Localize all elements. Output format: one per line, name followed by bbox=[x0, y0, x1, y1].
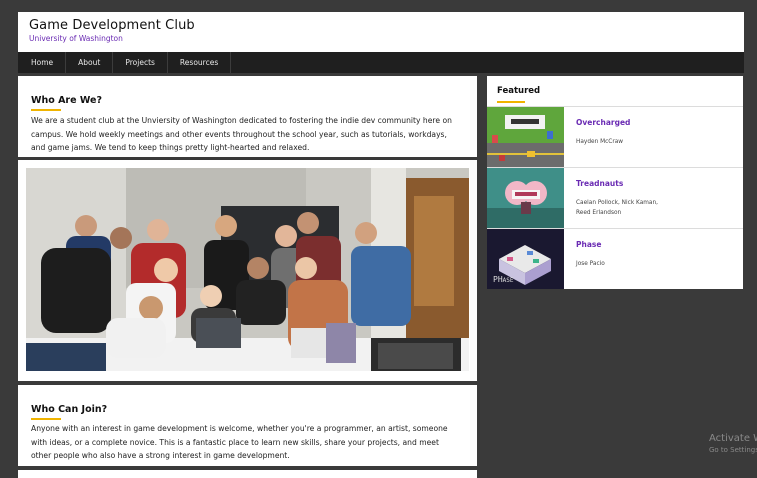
site-subtitle: University of Washington bbox=[29, 34, 123, 43]
overcharged-thumbnail[interactable] bbox=[487, 107, 564, 167]
featured-title-underline bbox=[497, 101, 525, 103]
featured-authors-treadnauts: Caelan Pollock, Nick Kaman, Reed Erlands… bbox=[576, 200, 658, 216]
activation-watermark-title: Activate W bbox=[709, 433, 757, 444]
club-photo bbox=[26, 168, 469, 371]
join-title-underline bbox=[31, 418, 61, 420]
next-card bbox=[18, 470, 477, 478]
activation-watermark-subtitle: Go to Settings bbox=[709, 446, 757, 454]
about-text: We are a student club at the Unviersity … bbox=[31, 116, 452, 153]
photo-card bbox=[18, 160, 477, 381]
about-title-underline bbox=[31, 109, 61, 111]
featured-name-treadnauts[interactable]: Treadnauts bbox=[576, 179, 623, 188]
phase-thumbnail[interactable]: PHASE bbox=[487, 229, 564, 289]
featured-name-phase[interactable]: Phase bbox=[576, 240, 601, 249]
featured-item-treadnauts[interactable]: Treadnauts Caelan Pollock, Nick Kaman, R… bbox=[487, 167, 743, 228]
featured-title: Featured bbox=[497, 86, 541, 96]
featured-item-phase[interactable]: PHASE Phase Jose Pacio bbox=[487, 228, 743, 289]
nav-resources[interactable]: Resources bbox=[168, 52, 232, 73]
featured-item-overcharged[interactable]: Overcharged Hayden McCraw bbox=[487, 106, 743, 167]
join-text: Anyone with an interest in game developm… bbox=[31, 424, 448, 461]
featured-panel: Featured Overcharged Hayden McCraw Tread… bbox=[487, 76, 743, 289]
featured-authors-phase: Jose Pacio bbox=[576, 261, 605, 267]
site-header: Game Development Club University of Wash… bbox=[18, 12, 744, 52]
nav-about[interactable]: About bbox=[66, 52, 114, 73]
phase-thumbnail-wordmark: PHASE bbox=[493, 275, 514, 284]
main-nav: Home About Projects Resources bbox=[18, 52, 744, 73]
nav-projects[interactable]: Projects bbox=[113, 52, 168, 73]
about-card: Who Are We? We are a student club at the… bbox=[18, 76, 477, 157]
featured-authors-overcharged: Hayden McCraw bbox=[576, 139, 624, 145]
treadnauts-thumbnail[interactable] bbox=[487, 168, 564, 228]
nav-home[interactable]: Home bbox=[18, 52, 67, 73]
join-title: Who Can Join? bbox=[31, 404, 108, 415]
join-card: Who Can Join? Anyone with an interest in… bbox=[18, 385, 477, 466]
site-title[interactable]: Game Development Club bbox=[29, 18, 195, 33]
featured-name-overcharged[interactable]: Overcharged bbox=[576, 118, 630, 127]
about-title: Who Are We? bbox=[31, 95, 102, 106]
